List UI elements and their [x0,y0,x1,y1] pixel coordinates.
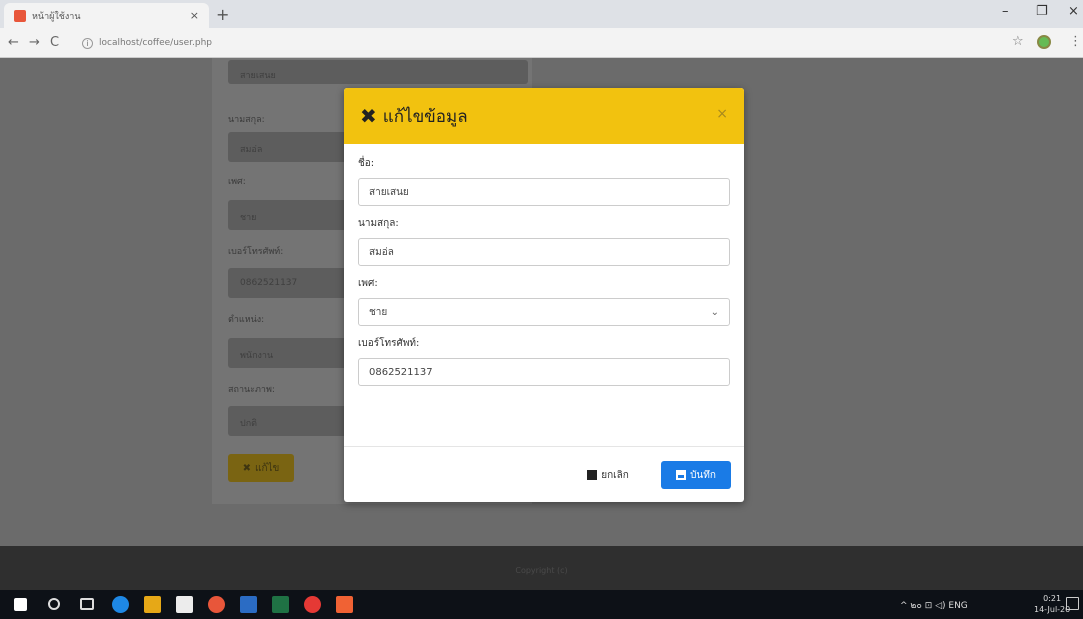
bg-label-gender: เพศ: [228,177,246,187]
gender-select[interactable]: ชาย ⌄ [358,298,730,326]
bg-label-phone: เบอร์โทรศัพท์: [228,247,284,257]
firstname-label: ชื่อ: [358,158,375,169]
windows-start-icon[interactable] [14,598,27,611]
bg-gender-value: ชาย [240,213,257,223]
tab-title: หน้าผู้ใช้งาน [32,11,81,22]
gender-value: ชาย [369,306,388,318]
cancel-button[interactable]: ยกเลิก [562,461,654,489]
modal-header: ✖ แก้ไขข้อมูล × [344,88,744,144]
forward-button[interactable]: → [29,35,40,50]
file-explorer-icon[interactable] [144,596,161,613]
lastname-input[interactable]: สมอ่ล [358,238,730,266]
tab-close-icon[interactable]: × [190,9,199,22]
page-footer: Copyright (c) [0,546,1083,590]
browser-menu-icon[interactable]: ⋮ [1069,34,1082,49]
modal-title-text: แก้ไขข้อมูล [382,106,468,127]
store-icon[interactable] [176,596,193,613]
bg-edit-button: ✖ แก้ไข [228,454,294,482]
notification-icon[interactable] [1066,597,1079,610]
clock[interactable]: 0:21 14-Jul-20 [1034,593,1070,615]
footer-text: Copyright (c) [515,566,568,575]
phone-label: เบอร์โทรศัพท์: [358,338,420,349]
save-button[interactable]: บันทึก [661,461,731,489]
gender-label: เพศ: [358,278,378,289]
url-field[interactable]: i localhost/coffee/user.php [82,33,982,53]
chevron-down-icon: ⌄ [710,306,719,318]
maximize-button[interactable]: ❐ [1036,4,1048,19]
excel-icon[interactable] [272,596,289,613]
firstname-value: สายเสนย [369,186,409,198]
modal-close-icon[interactable]: × [716,106,728,122]
new-tab-button[interactable]: + [216,5,229,24]
phone-value: 0862521137 [369,366,433,378]
minimize-button[interactable]: – [1002,4,1009,19]
system-tray[interactable]: ^ ๒๐ ⊡ ◁) ENG [900,598,968,612]
back-button[interactable]: ← [8,35,19,50]
extension-icon[interactable] [1037,35,1051,49]
bg-label-lastname: นามสกุล: [228,115,265,125]
cancel-label: ยกเลิก [601,469,629,481]
bg-phone-value: 0862521137 [240,278,298,288]
xampp-icon[interactable] [336,596,353,613]
app-icon[interactable] [208,596,225,613]
browser-tab-bar: หน้าผู้ใช้งาน × + – ❐ × [0,0,1083,28]
lastname-value: สมอ่ล [369,246,394,258]
floppy-disk-icon [676,470,687,480]
search-icon[interactable] [48,598,60,610]
phone-input[interactable]: 0862521137 [358,358,730,386]
lastname-label: นามสกุล: [358,218,399,229]
reload-button[interactable]: C [50,35,59,50]
bookmark-star-icon[interactable]: ☆ [1012,34,1024,49]
word-icon[interactable] [240,596,257,613]
windows-taskbar: ^ ๒๐ ⊡ ◁) ENG 0:21 14-Jul-20 [0,590,1083,619]
firstname-input[interactable]: สายเสนย [358,178,730,206]
info-icon[interactable]: i [82,37,93,49]
clock-time: 0:21 [1043,594,1062,603]
bg-lastname-value: สมอ่ล [240,145,263,155]
close-square-icon [587,470,598,480]
task-view-icon[interactable] [80,598,94,610]
modal-body: ชื่อ: สายเสนย นามสกุล: สมอ่ล เพศ: ชาย ⌄ … [344,144,744,408]
favicon-icon [14,9,26,22]
clock-date: 14-Jul-20 [1034,605,1071,614]
browser-tab[interactable]: หน้าผู้ใช้งาน × [4,3,209,28]
close-window-button[interactable]: × [1068,4,1079,19]
tools-icon: ✖ [242,462,251,474]
modal-title: ✖ แก้ไขข้อมูล [360,103,468,130]
bg-label-position: ตำแหน่ง: [228,315,265,325]
url-text[interactable]: localhost/coffee/user.php [99,38,212,48]
tools-icon: ✖ [360,104,377,128]
save-label: บันทึก [690,469,716,481]
address-bar: ← → C i localhost/coffee/user.php ☆ ⋮ [0,28,1083,58]
edit-modal: ✖ แก้ไขข้อมูล × ชื่อ: สายเสนย นามสกุล: ส… [344,88,744,502]
modal-footer: ยกเลิก บันทึก [344,446,744,502]
bg-status-value: ปกติ [240,419,258,429]
chrome-icon[interactable] [304,596,321,613]
bg-edit-label: แก้ไข [255,462,280,474]
bg-label-status: สถานะภาพ: [228,385,275,395]
bg-position-value: พนักงาน [240,351,274,361]
edge-icon[interactable] [112,596,129,613]
bg-firstname-value: สายเสนย [240,71,276,81]
